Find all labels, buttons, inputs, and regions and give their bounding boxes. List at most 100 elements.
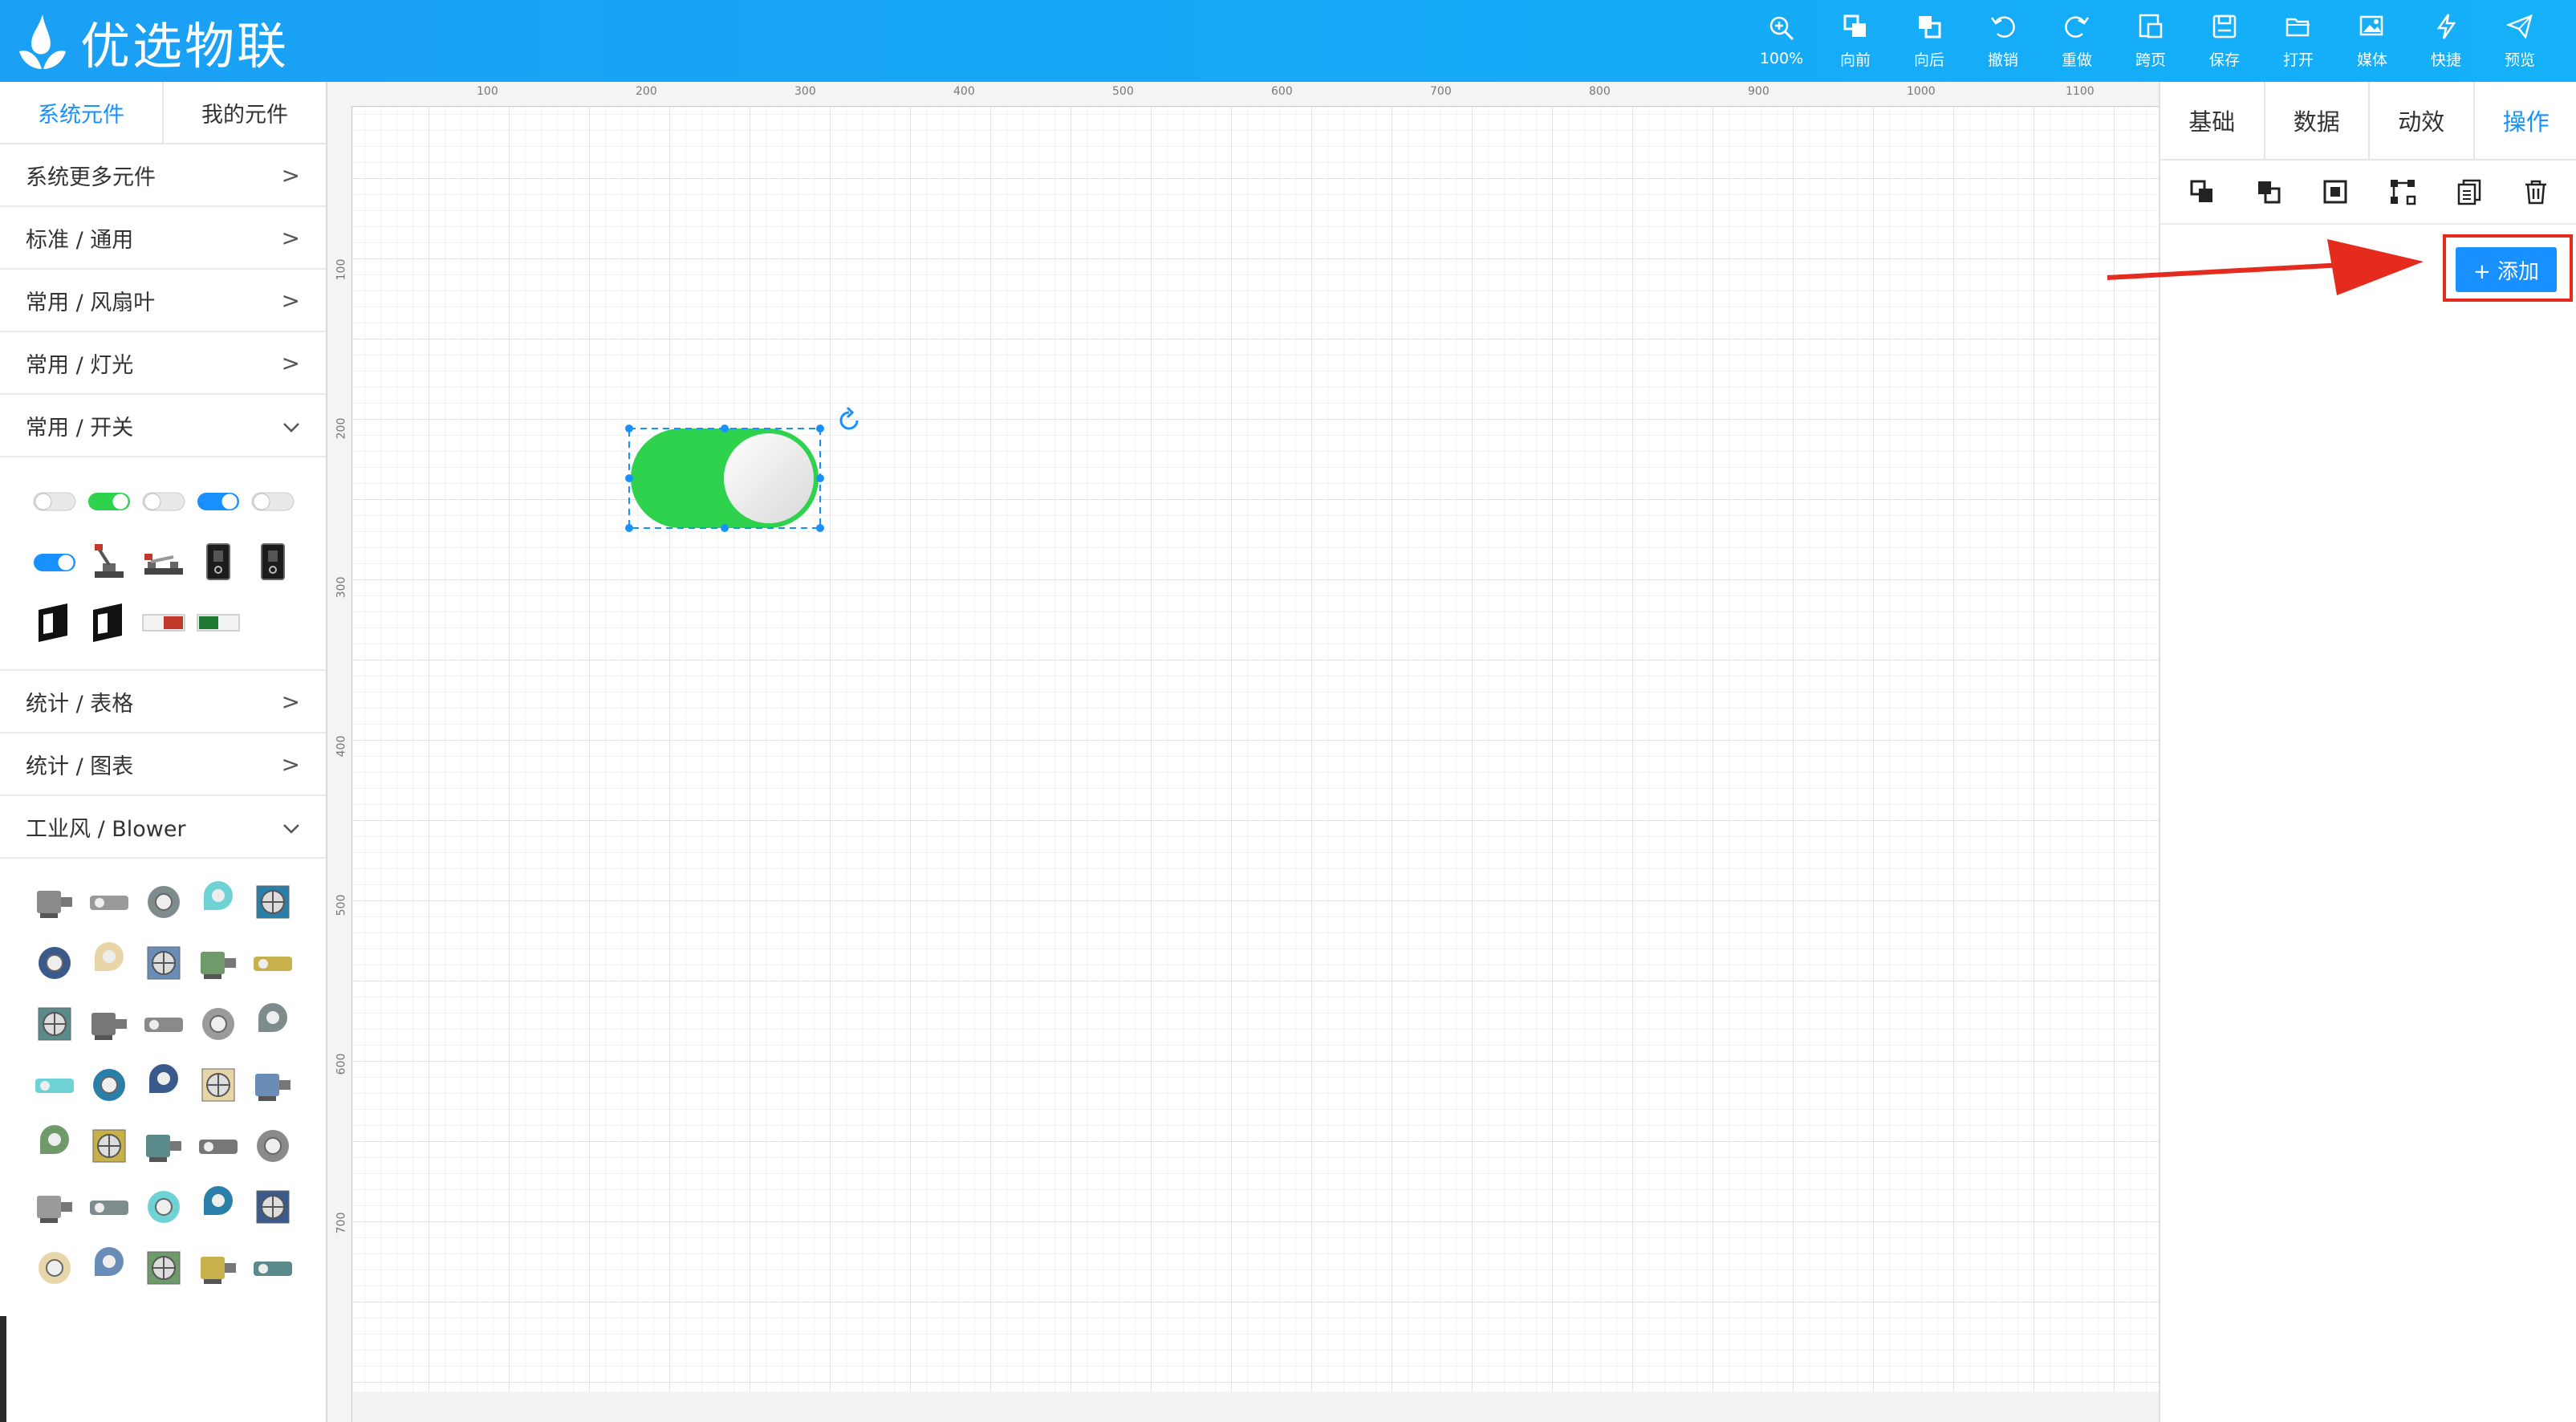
blower-component-icon[interactable] [250, 1184, 295, 1229]
toggle-off-icon[interactable] [250, 478, 295, 523]
blower-component-icon[interactable] [141, 1184, 186, 1229]
blower-component-icon[interactable] [196, 1123, 241, 1168]
toggle-blue-on-icon[interactable] [196, 478, 241, 523]
ungroup-icon[interactable] [2387, 176, 2419, 208]
drawing-stage[interactable] [353, 108, 2159, 1392]
group-icon[interactable] [2319, 176, 2351, 208]
toolbar-label: 预览 [2504, 51, 2535, 69]
ruler-tick-label: 600 [1271, 85, 1293, 98]
tab-my-components[interactable]: 我的元件 [164, 82, 326, 143]
toolbar-button-save[interactable]: 保存 [2188, 0, 2261, 82]
tab-basic[interactable]: 基础 [2160, 82, 2265, 159]
category-label: 常用 / 灯光 [26, 352, 134, 378]
chevron-right-icon: > [281, 750, 300, 778]
media-icon [2359, 13, 2386, 43]
toggle-off-icon[interactable] [32, 478, 77, 523]
blower-component-icon[interactable] [250, 1001, 295, 1046]
toolbar-button-cross-page[interactable]: 跨页 [2114, 0, 2188, 82]
toolbar-button-folder-open[interactable]: 打开 [2261, 0, 2335, 82]
category-system-more[interactable]: 系统更多元件 > [0, 144, 326, 207]
blower-component-icon[interactable] [141, 1001, 186, 1046]
toolbar-button-redo[interactable]: 重做 [2040, 0, 2114, 82]
toolbar-button-lightning[interactable]: 快捷 [2409, 0, 2483, 82]
blower-component-icon[interactable] [141, 941, 186, 985]
blower-component-icon[interactable] [87, 1184, 132, 1229]
cross-page-icon [2137, 13, 2164, 43]
ruler-tick-label: 300 [335, 576, 348, 599]
blower-component-icon[interactable] [141, 880, 186, 924]
blower-component-icon[interactable] [250, 941, 295, 985]
blower-component-icon[interactable] [32, 1001, 77, 1046]
blower-component-icon[interactable] [141, 1245, 186, 1290]
rocker-switch-icon[interactable] [196, 539, 241, 584]
bring-to-front-icon[interactable] [2186, 176, 2218, 208]
knife-switch-icon[interactable] [141, 539, 186, 584]
toolbar-button-undo[interactable]: 撤销 [1966, 0, 2040, 82]
blower-component-icon[interactable] [250, 880, 295, 924]
blower-component-icon[interactable] [87, 880, 132, 924]
tab-operation[interactable]: 操作 [2474, 82, 2576, 159]
lever-switch-icon[interactable] [87, 539, 132, 584]
send-to-back-icon[interactable] [2253, 176, 2285, 208]
blower-component-icon[interactable] [141, 1062, 186, 1107]
off-button-icon[interactable] [141, 600, 186, 645]
rocker-switch-icon[interactable] [250, 539, 295, 584]
ruler-tick-label: 800 [1589, 85, 1611, 98]
blower-component-icon[interactable] [141, 1123, 186, 1168]
blower-component-icon[interactable] [32, 1184, 77, 1229]
leaf-logo-icon [19, 14, 66, 69]
tab-system-components[interactable]: 系统元件 [0, 82, 164, 143]
wall-switch-icon[interactable] [87, 600, 132, 645]
tab-data[interactable]: 数据 [2265, 82, 2370, 159]
on-button-icon[interactable] [196, 600, 241, 645]
category-stat-charts[interactable]: 统计 / 图表 > [0, 733, 326, 796]
blower-component-icon[interactable] [32, 1245, 77, 1290]
toggle-green-on-icon[interactable] [87, 478, 132, 523]
blower-component-icon[interactable] [250, 1123, 295, 1168]
toolbar-button-zoom-in[interactable]: 100% [1745, 0, 1818, 82]
blower-component-icon[interactable] [196, 880, 241, 924]
ruler-tick-label: 1000 [1907, 85, 1936, 98]
blower-component-icon[interactable] [250, 1245, 295, 1290]
tab-animation[interactable]: 动效 [2370, 82, 2475, 159]
toggle-off-icon[interactable] [141, 478, 186, 523]
editor-canvas[interactable]: 100 200 300 400 500 600 700 800 900 1000 1100 100 2… [327, 82, 2159, 1422]
category-switches[interactable]: 常用 / 开关 [0, 395, 326, 457]
blower-component-icon[interactable] [32, 1062, 77, 1107]
blower-component-icon[interactable] [196, 1184, 241, 1229]
blower-component-icon[interactable] [87, 1123, 132, 1168]
category-lights[interactable]: 常用 / 灯光 > [0, 332, 326, 395]
blower-component-icon[interactable] [32, 941, 77, 985]
blower-component-icon[interactable] [196, 1245, 241, 1290]
toolbar-button-bring-forward[interactable]: 向前 [1818, 0, 1892, 82]
toggle-blue-on-icon[interactable] [32, 539, 77, 584]
selected-toggle-switch[interactable] [620, 401, 868, 562]
category-standard-general[interactable]: 标准 / 通用 > [0, 207, 326, 270]
add-button[interactable]: + 添加 [2456, 247, 2557, 292]
copy-icon[interactable] [2453, 176, 2485, 208]
blower-component-icon[interactable] [250, 1062, 295, 1107]
delete-icon[interactable] [2520, 176, 2552, 208]
category-label: 工业风 / Blower [26, 816, 186, 842]
chevron-right-icon: > [281, 161, 300, 189]
blower-component-icon[interactable] [196, 1001, 241, 1046]
blower-component-icon[interactable] [32, 1123, 77, 1168]
save-icon [2211, 13, 2238, 43]
folder-open-icon [2285, 13, 2312, 43]
toolbar-button-media[interactable]: 媒体 [2335, 0, 2409, 82]
blower-component-icon[interactable] [87, 1245, 132, 1290]
blower-component-icon[interactable] [87, 1001, 132, 1046]
category-fan-blades[interactable]: 常用 / 风扇叶 > [0, 270, 326, 332]
blower-component-icon[interactable] [196, 1062, 241, 1107]
category-industrial-blower[interactable]: 工业风 / Blower [0, 796, 326, 859]
blower-component-icon[interactable] [87, 1062, 132, 1107]
toolbar-button-send[interactable]: 预览 [2483, 0, 2557, 82]
blower-component-icon[interactable] [32, 880, 77, 924]
rotate-handle-icon[interactable] [839, 406, 859, 430]
toolbar-button-send-backward[interactable]: 向后 [1892, 0, 1966, 82]
component-library-panel: 系统元件 我的元件 系统更多元件 > 标准 / 通用 > 常用 / 风扇叶 > … [0, 82, 327, 1422]
blower-component-icon[interactable] [196, 941, 241, 985]
wall-switch-icon[interactable] [32, 600, 77, 645]
blower-component-icon[interactable] [87, 941, 132, 985]
category-stat-tables[interactable]: 统计 / 表格 > [0, 671, 326, 733]
